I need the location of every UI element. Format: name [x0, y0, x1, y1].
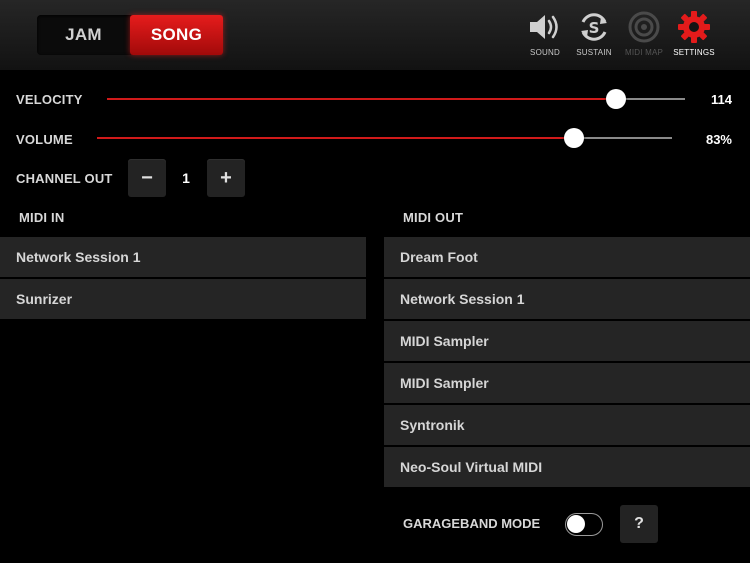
song-mode-button[interactable]: SONG [130, 15, 223, 55]
velocity-label: VELOCITY [16, 92, 83, 107]
midi-out-item[interactable]: MIDI Sampler [384, 363, 750, 403]
help-button[interactable]: ? [620, 505, 658, 543]
sound-label: SOUND [530, 48, 560, 57]
toggle-knob [567, 515, 585, 533]
midi-out-item[interactable]: Syntronik [384, 405, 750, 445]
sustain-button[interactable]: S SUSTAIN [566, 10, 622, 62]
channel-decrement-button[interactable]: − [128, 159, 166, 197]
midi-map-button[interactable]: MIDI MAP [616, 10, 672, 62]
sustain-icon: S [566, 10, 622, 44]
settings-label: SETTINGS [673, 48, 715, 57]
midi-in-title: MIDI IN [19, 210, 65, 225]
top-bar: JAM SONG SOUND S SUSTAIN MIDI MAP SETTIN… [0, 0, 750, 70]
garageband-mode-toggle[interactable] [565, 513, 603, 536]
channel-increment-button[interactable]: + [207, 159, 245, 197]
velocity-fill [107, 98, 616, 100]
volume-label: VOLUME [16, 132, 73, 147]
midi-in-item[interactable]: Sunrizer [0, 279, 366, 319]
midi-out-item[interactable]: Neo-Soul Virtual MIDI [384, 447, 750, 487]
speaker-icon [517, 10, 573, 44]
midi-out-list: Dream Foot Network Session 1 MIDI Sample… [384, 237, 750, 489]
midi-out-item[interactable]: MIDI Sampler [384, 321, 750, 361]
mode-switch: JAM SONG [37, 15, 223, 55]
gear-icon [666, 10, 722, 44]
midi-out-item[interactable]: Dream Foot [384, 237, 750, 277]
svg-text:S: S [589, 19, 600, 37]
volume-slider[interactable] [97, 128, 672, 148]
volume-fill [97, 137, 575, 139]
sound-button[interactable]: SOUND [517, 10, 573, 62]
volume-value: 83% [705, 132, 732, 147]
settings-button[interactable]: SETTINGS [666, 10, 722, 62]
volume-thumb[interactable] [564, 128, 585, 148]
garageband-mode-label: GARAGEBAND MODE [403, 516, 541, 531]
midi-out-title: MIDI OUT [403, 210, 464, 225]
channel-out-label: CHANNEL OUT [16, 171, 113, 186]
velocity-value: 114 [711, 92, 732, 107]
midi-in-list: Network Session 1 Sunrizer [0, 237, 366, 321]
velocity-slider[interactable] [107, 89, 685, 109]
jam-mode-button[interactable]: JAM [37, 15, 130, 55]
velocity-thumb[interactable] [605, 89, 626, 109]
midi-map-label: MIDI MAP [624, 48, 664, 57]
channel-out-value: 1 [182, 170, 190, 186]
target-icon [616, 10, 672, 44]
sustain-label: SUSTAIN [576, 48, 612, 57]
midi-out-item[interactable]: Network Session 1 [384, 279, 750, 319]
midi-in-item[interactable]: Network Session 1 [0, 237, 366, 277]
